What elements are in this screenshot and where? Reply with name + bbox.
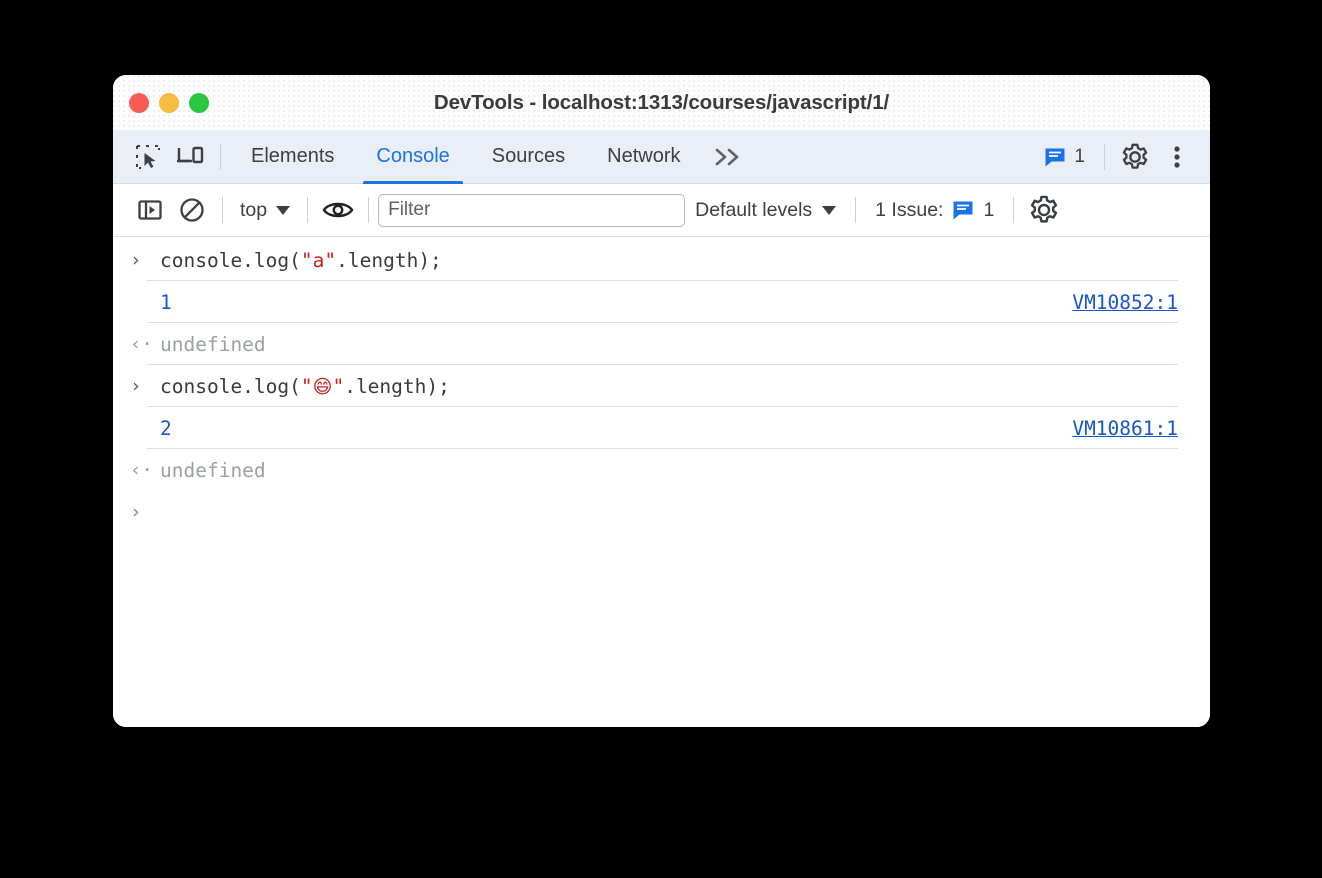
console-toolbar-divider-4	[855, 197, 857, 223]
issues-count: 1	[1074, 145, 1085, 167]
issue-message-icon	[953, 201, 973, 220]
result-chevron-icon: ‹·	[130, 459, 153, 481]
console-message-list[interactable]: › console.log("a".length); 1 VM10852:1 ‹…	[113, 237, 1210, 727]
prompt-chevron-icon: ›	[130, 501, 142, 523]
more-tabs-chevron-icon[interactable]	[702, 146, 752, 168]
traffic-light-controls	[129, 92, 209, 113]
tabbar-right-actions: 1	[1034, 136, 1210, 178]
string-open-quote: "	[300, 248, 313, 272]
issue-message-icon	[1045, 148, 1065, 166]
console-input-row[interactable]: › console.log("a".length);	[113, 239, 1210, 281]
emoji-string-literal: 😄	[312, 375, 333, 398]
devtools-tab-bar: Elements Console Sources Network 1	[113, 130, 1210, 184]
console-input-code: console.log("😄".length);	[160, 375, 450, 398]
devtools-window: DevTools - localhost:1313/courses/javasc…	[113, 75, 1210, 727]
console-input-row[interactable]: › console.log("😄".length);	[113, 365, 1210, 407]
clear-console-icon[interactable]	[171, 189, 213, 231]
console-toolbar: top Default levels 1 Issue:	[113, 184, 1210, 237]
console-log-value: 2	[160, 416, 172, 440]
console-toolbar-divider-3	[368, 197, 370, 223]
console-toolbar-divider-5	[1013, 197, 1015, 223]
kebab-menu-icon[interactable]	[1156, 136, 1198, 178]
levels-chevron-down-icon	[822, 205, 837, 215]
string-literal: a	[312, 248, 325, 272]
window-title: DevTools - localhost:1313/courses/javasc…	[433, 90, 890, 114]
tab-network[interactable]: Network	[586, 130, 701, 184]
code-prefix: console.log(	[160, 248, 301, 272]
console-sidebar-icon[interactable]	[129, 189, 171, 231]
string-close-quote: "	[324, 248, 337, 272]
zoom-window-button[interactable]	[189, 92, 209, 113]
string-open-quote: "	[300, 374, 313, 398]
console-toolbar-divider-1	[222, 197, 223, 223]
console-input-code: console.log("a".length);	[160, 249, 442, 272]
code-suffix: .length);	[344, 374, 450, 398]
tabbar-right-divider	[1104, 143, 1105, 170]
code-suffix: .length);	[336, 248, 442, 272]
tab-elements-label: Elements	[251, 145, 335, 167]
close-window-button[interactable]	[129, 92, 149, 113]
console-result-value: undefined	[160, 332, 266, 356]
source-link[interactable]: VM10861:1	[1072, 417, 1178, 440]
log-levels-label: Default levels	[695, 198, 813, 221]
console-result-row[interactable]: ‹· undefined	[113, 323, 1210, 365]
title-bar: DevTools - localhost:1313/courses/javasc…	[113, 75, 1210, 130]
console-log-row[interactable]: 1 VM10852:1	[113, 281, 1210, 323]
console-result-row[interactable]: ‹· undefined	[113, 449, 1210, 491]
chevron-down-icon	[276, 205, 291, 215]
console-log-row[interactable]: 2 VM10861:1	[113, 407, 1210, 449]
gear-icon[interactable]	[1114, 136, 1156, 178]
tab-sources[interactable]: Sources	[471, 130, 586, 184]
issues-indicator[interactable]: 1	[1034, 146, 1095, 168]
input-chevron-icon: ›	[130, 375, 142, 397]
desktop-background: DevTools - localhost:1313/courses/javasc…	[0, 0, 1322, 878]
console-result-value: undefined	[160, 458, 266, 482]
console-toolbar-divider-2	[307, 197, 309, 223]
tabbar-divider	[220, 143, 221, 170]
tab-network-label: Network	[607, 145, 681, 167]
console-prompt[interactable]: ›	[113, 491, 1210, 533]
minimize-window-button[interactable]	[159, 92, 179, 113]
inspect-element-icon[interactable]	[127, 136, 169, 178]
execution-context-selector[interactable]: top	[232, 199, 298, 222]
issues-status-count: 1	[983, 198, 995, 221]
tab-sources-label: Sources	[491, 145, 566, 167]
console-settings-gear-icon[interactable]	[1023, 189, 1065, 231]
tab-console[interactable]: Console	[355, 130, 470, 184]
device-toolbar-icon[interactable]	[169, 136, 211, 178]
tab-console-label: Console	[376, 145, 450, 167]
console-log-value: 1	[160, 290, 172, 314]
execution-context-label: top	[240, 198, 268, 221]
string-close-quote: "	[332, 374, 345, 398]
log-levels-selector[interactable]: Default levels	[685, 199, 846, 222]
code-prefix: console.log(	[160, 374, 301, 398]
issues-status-label: 1 Issue:	[875, 198, 944, 221]
filter-input[interactable]	[378, 193, 686, 227]
source-link[interactable]: VM10852:1	[1072, 291, 1178, 314]
result-chevron-icon: ‹·	[130, 333, 153, 355]
live-expression-eye-icon[interactable]	[317, 189, 359, 231]
issues-status[interactable]: 1 Issue: 1	[865, 199, 1004, 222]
input-chevron-icon: ›	[130, 249, 142, 271]
tab-elements[interactable]: Elements	[230, 130, 355, 184]
